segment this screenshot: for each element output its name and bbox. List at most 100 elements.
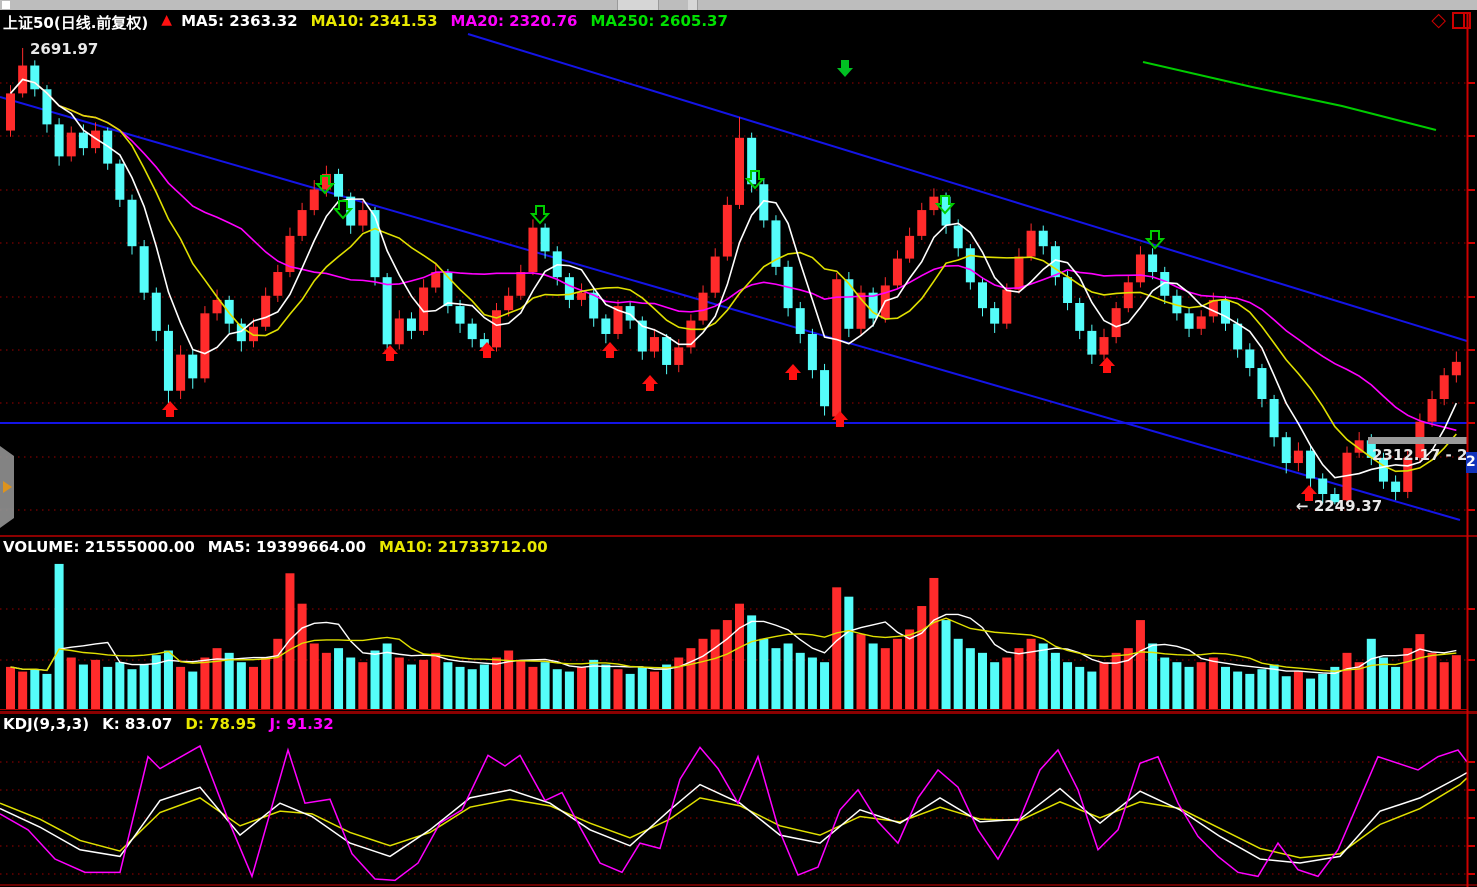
volume-bar bbox=[1014, 648, 1023, 709]
volume-baseline bbox=[0, 709, 1467, 710]
volume-bar bbox=[285, 573, 294, 709]
volume-bar bbox=[6, 667, 15, 709]
volume-bar bbox=[1039, 643, 1048, 709]
volume-bar bbox=[601, 665, 610, 709]
volume-bar bbox=[1087, 672, 1096, 709]
ma5-value-label: MA5: 2363.32 bbox=[181, 12, 298, 33]
ma10-line bbox=[11, 79, 1457, 471]
volume-bar bbox=[844, 597, 853, 709]
volume-bar bbox=[431, 653, 440, 709]
volume-bar bbox=[346, 658, 355, 709]
page-title: 上证50(日线.前复权) bbox=[3, 12, 148, 33]
candle-body bbox=[67, 133, 76, 157]
measure-bar[interactable] bbox=[1368, 437, 1467, 444]
volume-bar bbox=[1343, 653, 1352, 709]
volume-bar bbox=[456, 667, 465, 709]
candle-body bbox=[176, 355, 185, 391]
volume-bar bbox=[917, 606, 926, 709]
peak-price-label: 2691.97 bbox=[30, 40, 98, 58]
volume-bar bbox=[942, 620, 951, 709]
volume-panel-header: VOLUME: 21555000.00 MA5: 19399664.00 MA1… bbox=[3, 538, 548, 556]
candle-body bbox=[140, 246, 149, 292]
kdj-j-line bbox=[0, 746, 1467, 880]
volume-bar bbox=[1136, 620, 1145, 709]
volume-bar bbox=[225, 653, 234, 709]
candle-body bbox=[1014, 257, 1023, 290]
volume-bar bbox=[784, 643, 793, 709]
buy-signal-arrow-icon bbox=[382, 345, 398, 361]
volume-bar bbox=[55, 564, 64, 709]
candle-body bbox=[662, 337, 671, 365]
candle-body bbox=[1282, 437, 1291, 463]
volume-bar bbox=[869, 643, 878, 709]
candle-body bbox=[1002, 290, 1011, 324]
candle-body bbox=[371, 210, 380, 277]
volume-bar bbox=[1063, 662, 1072, 709]
volume-bar bbox=[650, 672, 659, 709]
candle-body bbox=[735, 138, 744, 205]
volume-bar bbox=[723, 620, 732, 709]
volume-bar bbox=[832, 587, 841, 709]
channel-line-upper[interactable] bbox=[468, 34, 1467, 341]
candle-body bbox=[164, 331, 173, 391]
volume-bar bbox=[443, 662, 452, 709]
candle-body bbox=[298, 210, 307, 236]
left-arrow-icon: ← bbox=[1296, 497, 1309, 515]
candle-body bbox=[917, 210, 926, 236]
volume-bar bbox=[1282, 676, 1291, 709]
volume-bar bbox=[358, 662, 367, 709]
candle-body bbox=[1452, 362, 1461, 375]
volume-bar bbox=[273, 639, 282, 709]
candle-body bbox=[334, 174, 343, 197]
volume-ma10-value-label: MA10: 21733712.00 bbox=[379, 538, 548, 556]
candle-body bbox=[650, 337, 659, 351]
candle-body bbox=[1440, 375, 1449, 399]
volume-bar bbox=[711, 629, 720, 709]
bottom-edge bbox=[0, 884, 1477, 886]
volume-bar bbox=[164, 651, 173, 710]
ma5-line bbox=[11, 79, 1457, 477]
split-window-icon[interactable] bbox=[1452, 12, 1471, 29]
volume-bar bbox=[771, 648, 780, 709]
candle-body bbox=[310, 189, 319, 210]
buy-signal-arrow-icon bbox=[785, 364, 801, 380]
volume-bar bbox=[395, 658, 404, 709]
volume-panel-divider bbox=[0, 535, 1477, 537]
volume-bar bbox=[1172, 662, 1181, 709]
chart-canvas[interactable] bbox=[0, 0, 1477, 887]
volume-bar bbox=[468, 669, 477, 709]
diamond-icon[interactable]: ◇ bbox=[1431, 11, 1446, 30]
candle-body bbox=[200, 313, 209, 378]
ma250-line bbox=[1143, 62, 1436, 130]
candle-body bbox=[723, 205, 732, 257]
volume-bar bbox=[504, 651, 513, 710]
volume-bar bbox=[614, 669, 623, 709]
volume-bar bbox=[1294, 672, 1303, 709]
volume-bar bbox=[1428, 653, 1437, 709]
volume-bar bbox=[541, 662, 550, 709]
down-marker-arrow-icon bbox=[837, 60, 853, 77]
candle-body bbox=[1306, 451, 1315, 479]
volume-bar bbox=[577, 667, 586, 709]
candle-body bbox=[1318, 479, 1327, 494]
volume-bar bbox=[103, 667, 112, 709]
kdj-panel-header: KDJ(9,3,3) K: 83.07 D: 78.95 J: 91.32 bbox=[3, 715, 334, 733]
sell-signal-arrow-icon bbox=[532, 206, 548, 223]
candle-body bbox=[832, 279, 841, 416]
panel-expand-tab[interactable] bbox=[0, 446, 14, 528]
volume-bar bbox=[18, 672, 27, 709]
window-controls: ◇ bbox=[1431, 11, 1471, 30]
volume-bar bbox=[298, 604, 307, 709]
candle-body bbox=[1075, 303, 1084, 331]
volume-bar bbox=[128, 669, 137, 709]
volume-bar bbox=[322, 653, 331, 709]
candle-body bbox=[456, 306, 465, 324]
volume-bar bbox=[516, 660, 525, 709]
volume-bar bbox=[759, 639, 768, 709]
volume-bar bbox=[480, 665, 489, 709]
candle-body bbox=[55, 124, 64, 156]
kdj-d-value-label: D: 78.95 bbox=[185, 715, 256, 733]
volume-bar bbox=[528, 667, 537, 709]
volume-bar bbox=[626, 674, 635, 709]
volume-bar bbox=[1270, 665, 1279, 709]
